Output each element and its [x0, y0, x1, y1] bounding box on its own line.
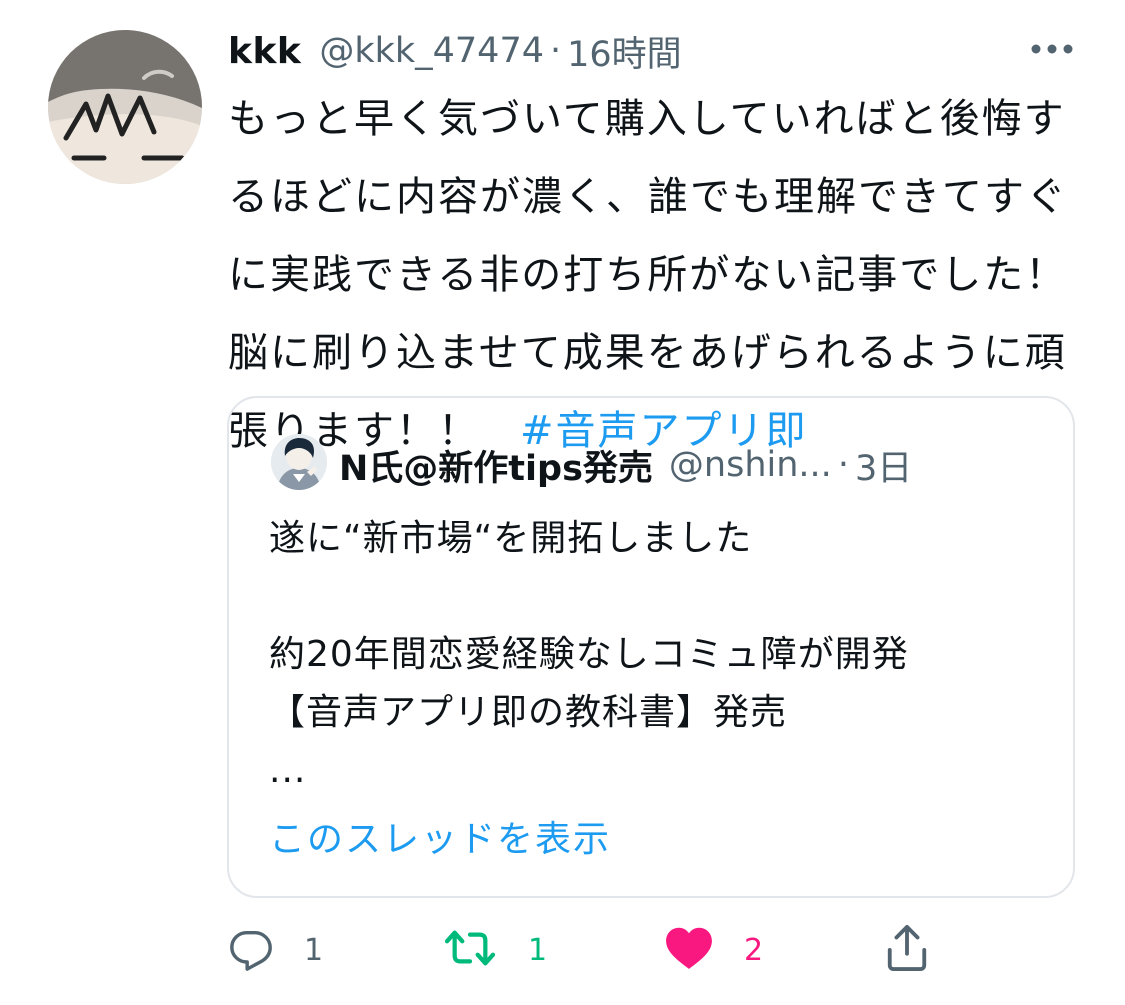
author-display-name[interactable]: kkk [228, 31, 301, 72]
quoted-tweet-timestamp: 3日 [854, 448, 913, 489]
quoted-tweet-header: N氏@新作tips発売 @nshin... · 3日 [339, 440, 912, 490]
quoted-tweet-card[interactable]: N氏@新作tips発売 @nshin... · 3日 遂に“新市場“を開拓しまし… [227, 396, 1075, 898]
quoted-text-line: 約20年間恋愛経験なしコミュ障が開発 [269, 634, 909, 675]
tweet-text-line: 脳に刷り込ませて成果をあげられるように頑 [228, 330, 1067, 376]
reply-button[interactable]: 1 [228, 920, 323, 980]
tweet-text-line: もっと早く気づいて購入していればと後悔す [228, 96, 1066, 142]
quoted-tweet-text: 遂に“新市場“を開拓しました 約20年間恋愛経験なしコミュ障が開発 【音声アプリ… [269, 510, 1059, 800]
tweet-action-bar: 1 1 2 [0, 920, 1125, 980]
tweet[interactable]: kkk @kkk_47474 · 16時間 もっと早く気づいて購入していればと後… [0, 0, 1125, 1005]
tweet-timestamp[interactable]: 16時間 [567, 26, 682, 77]
quoted-text-line-blank [269, 568, 1059, 626]
retweet-button[interactable]: 1 [442, 920, 547, 980]
reply-count: 1 [304, 932, 324, 968]
quoted-text-ellipsis: ... [269, 750, 307, 791]
reply-icon [228, 925, 274, 975]
share-icon [884, 923, 930, 977]
separator-dot: · [549, 31, 562, 71]
tweet-header: kkk @kkk_47474 · 16時間 [228, 26, 682, 76]
author-handle[interactable]: @kkk_47474 [319, 31, 544, 71]
more-horizontal-icon[interactable] [1029, 37, 1075, 61]
tweet-text-line: るほどに内容が濃く、誰でも理解できてすぐ [228, 174, 1068, 220]
share-button[interactable] [884, 920, 930, 980]
separator-dot: · [837, 445, 849, 485]
retweet-count: 1 [528, 932, 548, 968]
like-count: 2 [744, 932, 764, 968]
tweet-text-line: に実践できる非の打ち所がない記事でした！ [228, 252, 1068, 298]
like-button[interactable]: 2 [664, 920, 763, 980]
quoted-author-handle: @nshin... [668, 445, 832, 485]
quoted-text-line: 【音声アプリ即の教科書】発売 [269, 692, 788, 733]
quoted-author-display-name: N氏@新作tips発売 [339, 448, 653, 489]
heart-icon [664, 925, 714, 975]
quoted-text-line: 遂に“新市場“を開拓しました [269, 518, 753, 559]
quoted-author-avatar[interactable] [271, 434, 327, 490]
show-thread-link[interactable]: このスレッドを表示 [269, 810, 611, 862]
retweet-icon [442, 925, 498, 975]
author-avatar[interactable] [48, 30, 202, 184]
